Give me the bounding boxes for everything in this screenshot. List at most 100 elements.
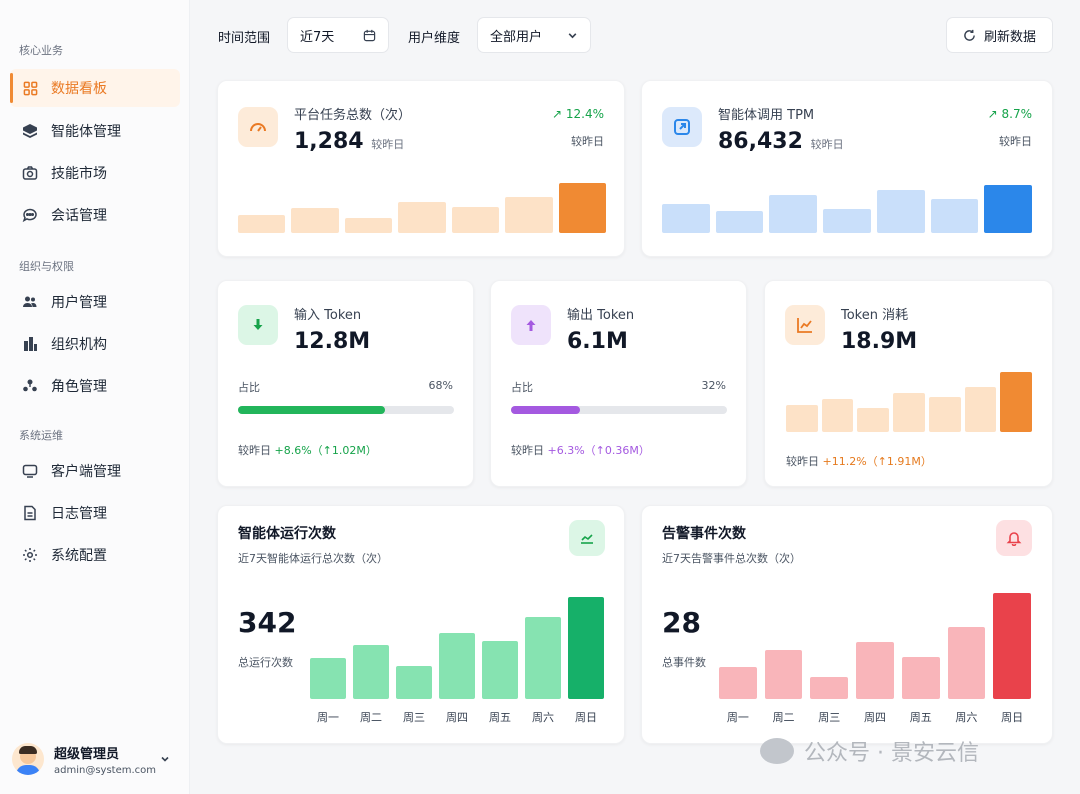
section-title-ops: 系统运维 — [19, 429, 63, 442]
sidebar-item-org[interactable]: 组织机构 — [10, 325, 180, 363]
sidebar-item-users[interactable]: 用户管理 — [10, 283, 180, 321]
chevron-down-icon — [567, 30, 578, 41]
line-chart-icon — [785, 305, 825, 345]
compare: 较昨日 +8.6%（↑1.02M） — [238, 444, 377, 457]
chart-bar — [238, 215, 286, 233]
sidebar-item-label: 会话管理 — [51, 208, 107, 224]
gauge-icon — [238, 107, 278, 147]
card-value: 6.1M — [567, 329, 628, 354]
roles-icon — [22, 378, 38, 394]
refresh-label: 刷新数据 — [983, 29, 1036, 45]
chart-bar — [1000, 372, 1032, 432]
chart-bar — [291, 208, 339, 233]
camera-icon — [22, 165, 38, 181]
card-title: 智能体运行次数 — [238, 526, 336, 542]
chevron-down-icon[interactable] — [160, 754, 170, 767]
client-icon — [22, 463, 38, 479]
total-value: 28 — [662, 606, 701, 639]
sidebar-item-skills[interactable]: 技能市场 — [10, 154, 180, 192]
avatar — [12, 743, 44, 775]
trend-up-icon: ↗ — [987, 107, 998, 121]
chart-bar — [662, 204, 710, 233]
x-tick-label: 周三 — [403, 711, 425, 724]
ratio-label: 占比 — [511, 381, 533, 394]
x-tick-label: 周三 — [818, 711, 841, 724]
chart-bar — [893, 393, 925, 432]
sidebar-item-agents[interactable]: 智能体管理 — [10, 112, 180, 150]
tasks-card: 平台任务总数（次） 1,284 较昨日 ↗ 12.4% 较昨日 — [217, 80, 625, 257]
compare: 较昨日 +11.2%（↑1.91M） — [786, 455, 932, 468]
sidebar-item-label: 技能市场 — [51, 166, 107, 182]
users-icon — [22, 294, 38, 310]
time-range-select[interactable]: 近7天 — [287, 17, 389, 53]
sidebar-item-settings[interactable]: 系统配置 — [10, 536, 180, 574]
arrow-up-icon — [511, 305, 551, 345]
token-consume-card: Token 消耗 18.9M 较昨日 +11.2%（↑1.91M） — [764, 280, 1053, 487]
x-tick-label: 周日 — [575, 711, 597, 724]
sidebar-item-label: 智能体管理 — [51, 124, 121, 140]
total-label: 总事件数 — [662, 656, 706, 669]
x-tick-label: 周一 — [726, 711, 749, 724]
user-email: admin@system.com — [54, 764, 157, 776]
card-title: 告警事件次数 — [662, 526, 746, 542]
sidebar-item-roles[interactable]: 角色管理 — [10, 367, 180, 405]
chart-bar — [353, 645, 389, 699]
total-value: 342 — [238, 606, 297, 639]
x-tick-label: 周五 — [489, 711, 511, 724]
chart-bar — [568, 597, 604, 699]
alerts-card: 告警事件次数 近7天告警事件总次数（次） 28 总事件数 周一 周二 周三 周四 周五 周… — [641, 505, 1053, 744]
chart-bar — [505, 197, 553, 233]
card-label: 输出 Token — [567, 308, 635, 323]
chat-icon — [22, 207, 38, 223]
sidebar-item-dashboard[interactable]: 数据看板 — [10, 69, 180, 107]
refresh-icon — [963, 29, 976, 42]
x-tick-label: 周二 — [360, 711, 382, 724]
section-title-org: 组织与权限 — [19, 260, 74, 273]
card-label: 输入 Token — [294, 308, 362, 323]
time-range-value: 近7天 — [300, 29, 335, 45]
section-title-core: 核心业务 — [19, 44, 63, 57]
chart-bar — [984, 185, 1032, 233]
chart-bar — [901, 657, 940, 699]
user-name: 超级管理员 — [54, 746, 120, 762]
sidebar-item-sessions[interactable]: 会话管理 — [10, 196, 180, 234]
sidebar-item-label: 数据看板 — [51, 81, 107, 97]
chart-bar — [769, 195, 818, 233]
watermark: 公众号 · 景安云信 — [760, 735, 979, 767]
sidebar-item-label: 组织机构 — [51, 337, 107, 353]
sidebar-item-clients[interactable]: 客户端管理 — [10, 452, 180, 490]
card-value: 18.9M — [841, 329, 918, 354]
card-value: 1,284 较昨日 — [294, 129, 405, 154]
ratio-value: 32% — [701, 379, 726, 392]
chart-bar — [930, 199, 979, 233]
chart-bar — [558, 183, 606, 233]
ratio-label: 占比 — [238, 381, 260, 394]
chart-bar — [396, 666, 432, 699]
user-dim-value: 全部用户 — [490, 29, 543, 45]
export-icon — [662, 107, 702, 147]
card-value: 86,432 较昨日 — [718, 129, 844, 154]
trend-up: ↗ 12.4% — [551, 107, 604, 121]
x-tick-label: 周四 — [864, 711, 886, 724]
sidebar-item-label: 角色管理 — [51, 379, 107, 395]
sidebar-item-label: 用户管理 — [51, 295, 107, 311]
sidebar-item-logs[interactable]: 日志管理 — [10, 494, 180, 532]
x-tick-label: 周六 — [955, 711, 978, 724]
ratio-value: 68% — [428, 379, 453, 392]
gear-icon — [22, 547, 38, 563]
tpm-card: 智能体调用 TPM 86,432 较昨日 ↗ 8.7% 较昨日 — [641, 80, 1053, 257]
time-range-label: 时间范围 — [218, 31, 271, 46]
arrow-down-icon — [238, 305, 278, 345]
ratio-progress — [238, 406, 454, 414]
chart-bar — [786, 405, 818, 432]
x-tick-label: 周四 — [446, 711, 468, 724]
calendar-icon — [363, 29, 376, 42]
user-profile[interactable]: 超级管理员 admin@system.com — [0, 724, 190, 794]
chart-bar — [821, 399, 854, 432]
user-dim-select[interactable]: 全部用户 — [477, 17, 591, 53]
card-value: 12.8M — [294, 329, 371, 354]
refresh-button[interactable]: 刷新数据 — [946, 17, 1053, 53]
trend-chart-icon — [569, 520, 605, 556]
agent-runs-card: 智能体运行次数 近7天智能体运行总次数（次） 342 总运行次数 周一 周二 周三 周… — [217, 505, 625, 744]
chart-bar — [482, 641, 518, 699]
